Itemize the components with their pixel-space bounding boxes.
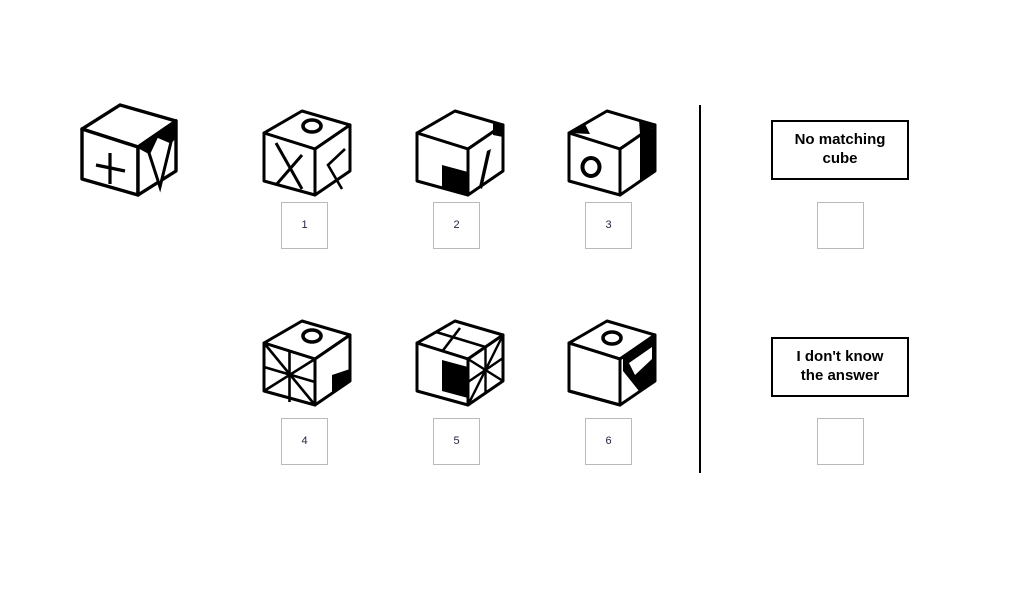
option-cube-1[interactable]	[256, 103, 376, 213]
option-number-label-6: 6	[605, 435, 612, 447]
reference-cube-drawing	[80, 103, 178, 197]
option-cube-6[interactable]	[561, 313, 681, 423]
reference-cube	[70, 95, 190, 205]
option-number-box-4[interactable]: 4	[281, 418, 328, 465]
option-number-box-5[interactable]: 5	[433, 418, 480, 465]
top-ring-ellipse	[301, 328, 323, 344]
option-number-box-6[interactable]: 6	[585, 418, 632, 465]
option-3-drawing	[567, 109, 657, 197]
top-ring-ellipse	[301, 118, 323, 134]
vertical-divider	[699, 105, 701, 473]
option-6-drawing	[567, 319, 657, 407]
option-number-label-2: 2	[453, 219, 460, 231]
option-number-label-5: 5	[453, 435, 460, 447]
i-dont-know-checkbox[interactable]	[817, 418, 864, 465]
no-matching-cube-checkbox[interactable]	[817, 202, 864, 249]
option-5-drawing	[415, 319, 505, 407]
i-dont-know-text: I don't know the answer	[796, 348, 884, 384]
option-number-label-3: 3	[605, 219, 612, 231]
top-corner-shade	[493, 123, 503, 137]
cube-matching-task: 1 2 3 4 5 6 No matching cube I don't kno…	[0, 0, 1024, 600]
option-2-drawing	[415, 109, 505, 197]
option-cube-2[interactable]	[409, 103, 529, 213]
option-4-drawing	[262, 319, 352, 407]
option-cube-5[interactable]	[409, 313, 529, 423]
option-cube-3[interactable]	[561, 103, 681, 213]
option-number-box-1[interactable]: 1	[281, 202, 328, 249]
option-number-box-2[interactable]: 2	[433, 202, 480, 249]
option-number-label-1: 1	[301, 219, 308, 231]
option-cube-4[interactable]	[256, 313, 376, 423]
no-matching-cube-label: No matching cube	[771, 120, 909, 180]
option-number-label-4: 4	[301, 435, 308, 447]
option-number-box-3[interactable]: 3	[585, 202, 632, 249]
option-1-drawing	[262, 109, 352, 197]
no-matching-cube-text: No matching cube	[794, 131, 886, 167]
top-ring-ellipse	[601, 330, 623, 346]
i-dont-know-label: I don't know the answer	[771, 337, 909, 397]
front-ring-ellipse	[580, 156, 602, 178]
